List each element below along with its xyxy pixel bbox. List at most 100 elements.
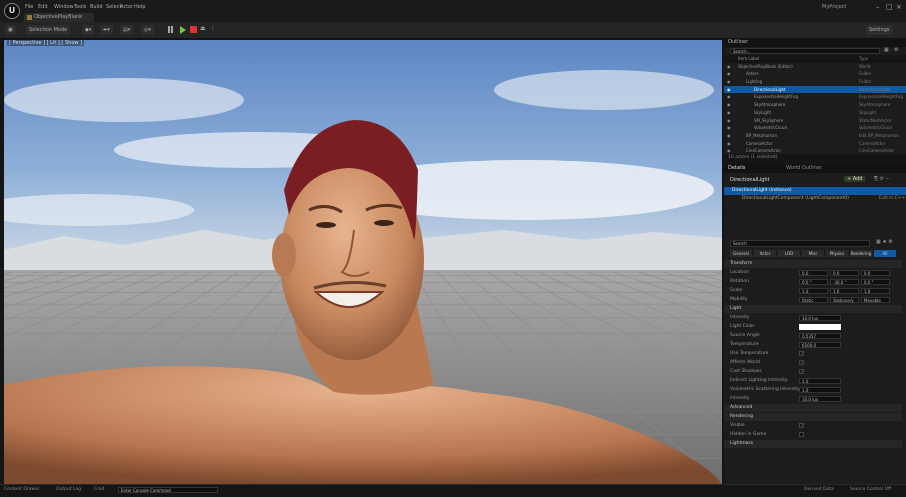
property-checkbox[interactable]: ✓	[799, 351, 804, 357]
derived-data-button[interactable]: Derived Data	[804, 487, 834, 492]
level-tab[interactable]: ObjectivePlayBlank	[24, 13, 94, 22]
filter-tab-lod[interactable]: LOD	[778, 250, 800, 257]
outliner-row[interactable]: ◉ SM_SkySphere StaticMeshActor	[724, 117, 906, 125]
component-child-row[interactable]: DirectionalLightComponent (LightComponen…	[724, 195, 906, 203]
section-light[interactable]: Light	[724, 305, 902, 313]
play-icon[interactable]	[180, 26, 186, 34]
property-checkbox[interactable]: ✓	[799, 360, 804, 366]
maximize-icon[interactable]: □	[886, 3, 893, 11]
menu-actor[interactable]: Actor	[120, 4, 133, 10]
visibility-eye-icon[interactable]: ◉	[727, 109, 731, 117]
menu-edit[interactable]: Edit	[38, 4, 48, 10]
close-icon[interactable]: ×	[896, 3, 902, 11]
property-checkbox[interactable]	[799, 432, 804, 437]
outliner-settings-icon[interactable]: ⚙	[894, 47, 898, 53]
light-value-field[interactable]: 0.5357	[799, 333, 841, 339]
source-control-button[interactable]: Source Control Off	[850, 487, 891, 492]
transform-value-field[interactable]: 1.0	[799, 288, 828, 294]
transform-value-field[interactable]: Static	[799, 297, 828, 303]
section-transform[interactable]: Transform	[724, 260, 902, 268]
outliner-row[interactable]: ◉ ObjectivePlayBlank (Editor) World	[724, 63, 906, 71]
outliner-row[interactable]: ◉ CameraActor CameraActor	[724, 140, 906, 148]
outliner-row[interactable]: ◉ DirectionalLight DirectionalLight	[724, 85, 906, 94]
section-advanced[interactable]: Advanced	[724, 404, 902, 412]
blueprint-button[interactable]: ⬌▾	[100, 25, 113, 35]
component-root-row[interactable]: DirectionalLight (Instance)	[724, 187, 906, 195]
viewport-options-bar[interactable]: [ Perspective ] [ Lit ] [ Show ]	[7, 40, 85, 46]
minimize-icon[interactable]: –	[876, 3, 880, 11]
settings-button[interactable]: Settings	[866, 25, 893, 35]
filter-tab-misc[interactable]: Misc	[802, 250, 824, 257]
transform-value-field[interactable]: Stationary	[830, 297, 859, 303]
output-log-button[interactable]: Output Log	[56, 487, 81, 492]
transform-value-field[interactable]: 0.0 °	[799, 279, 828, 285]
outliner-row[interactable]: ◉ SkyLight SkyLight	[724, 109, 906, 117]
visibility-eye-icon[interactable]: ◉	[727, 70, 731, 78]
modes-button[interactable]: ◎▾	[141, 25, 154, 35]
outliner-row[interactable]: ◉ SkyAtmosphere SkyAtmosphere	[724, 101, 906, 109]
actor-name-field[interactable]: DirectionalLight	[730, 177, 770, 183]
property-checkbox[interactable]: ✓	[799, 369, 804, 375]
cmd-dropdown[interactable]: Cmd	[94, 487, 104, 492]
transform-value-field[interactable]: 0.0	[830, 270, 859, 276]
save-button[interactable]: ▣	[5, 25, 16, 35]
transform-value-field[interactable]: Movable	[861, 297, 890, 303]
details-search-input[interactable]: Search	[730, 240, 870, 247]
selection-mode-button[interactable]: Selection Mode	[26, 25, 71, 35]
filter-tab-all[interactable]: All	[874, 250, 896, 257]
transform-value-field[interactable]: 0.0 °	[861, 279, 890, 285]
console-command-input[interactable]: Enter Console Command	[118, 487, 218, 493]
outliner-row[interactable]: ◉ ExponentialHeightFog ExponentialHeightFo…	[724, 93, 906, 101]
add-component-button[interactable]: + Add	[844, 176, 866, 182]
visibility-eye-icon[interactable]: ◉	[727, 132, 731, 140]
transform-value-field[interactable]: 0.0	[799, 270, 828, 276]
light-value-field[interactable]: 6500.0	[799, 342, 841, 348]
property-checkbox[interactable]: ✓	[799, 423, 804, 429]
visibility-eye-icon[interactable]: ◉	[727, 117, 731, 125]
cinematics-button[interactable]: ▤▾	[120, 25, 134, 35]
visibility-eye-icon[interactable]: ◉	[727, 101, 731, 109]
menu-window[interactable]: Window	[54, 4, 74, 10]
type-header[interactable]: Type	[859, 55, 868, 63]
property-matrix-icon[interactable]: ▦ ★ ⚙	[876, 239, 893, 245]
menu-file[interactable]: File	[25, 4, 33, 10]
visibility-eye-icon[interactable]: ◉	[727, 86, 731, 94]
visibility-eye-icon[interactable]: ◉	[727, 124, 731, 132]
pause-icon[interactable]	[168, 26, 170, 33]
add-folder-icon[interactable]: ▦	[884, 47, 889, 53]
edit-in-cpp-link[interactable]: Edit in C++	[879, 195, 905, 203]
eject-icon[interactable]: ⏏	[200, 25, 206, 32]
light-value-field[interactable]: 1.0	[799, 378, 841, 384]
visibility-eye-icon[interactable]: ◉	[727, 140, 731, 148]
transform-value-field[interactable]: 1.0	[830, 288, 859, 294]
stop-icon[interactable]	[190, 26, 197, 33]
more-options-icon[interactable]: ⋮	[210, 25, 216, 32]
world-outliner-tab[interactable]: World Outliner	[786, 165, 822, 171]
menu-tools[interactable]: Tools	[74, 4, 86, 10]
light-value-field[interactable]: 1.0	[799, 387, 841, 393]
transform-value-field[interactable]: 1.0	[861, 288, 890, 294]
menu-build[interactable]: Build	[90, 4, 103, 10]
outliner-row[interactable]: ◉ CineCameraActor CineCameraActor	[724, 147, 906, 155]
transform-value-field[interactable]: 0.0	[861, 270, 890, 276]
light-value-field[interactable]: 10.0 lux	[799, 315, 841, 321]
outliner-row[interactable]: ◉ VolumetricCloud VolumetricCloud	[724, 124, 906, 132]
transform-value-field[interactable]: -30.0 °	[830, 279, 859, 285]
light-color-swatch[interactable]	[799, 324, 841, 330]
filter-tab-rendering[interactable]: Rendering	[850, 250, 872, 257]
outliner-tab[interactable]: Outliner	[724, 38, 906, 47]
light-value-field[interactable]: 10.0 lux	[799, 396, 841, 402]
visibility-eye-icon[interactable]: ◉	[727, 93, 731, 101]
filter-tab-actor[interactable]: Actor	[754, 250, 776, 257]
content-button[interactable]: ◆▾	[82, 25, 95, 35]
section-lightmass[interactable]: Lightmass	[724, 440, 902, 448]
content-drawer-button[interactable]: Content Drawer	[4, 487, 40, 492]
outliner-row[interactable]: ◉ Lighting Folder	[724, 78, 906, 86]
item-label-header[interactable]: Item Label	[724, 56, 759, 61]
level-viewport[interactable]	[4, 40, 722, 484]
visibility-eye-icon[interactable]: ◉	[727, 63, 731, 71]
visibility-eye-icon[interactable]: ◉	[727, 147, 731, 155]
outliner-row[interactable]: ◉ Actors Folder	[724, 70, 906, 78]
filter-tab-general[interactable]: General	[730, 250, 752, 257]
outliner-search-input[interactable]: Search...	[730, 48, 880, 54]
